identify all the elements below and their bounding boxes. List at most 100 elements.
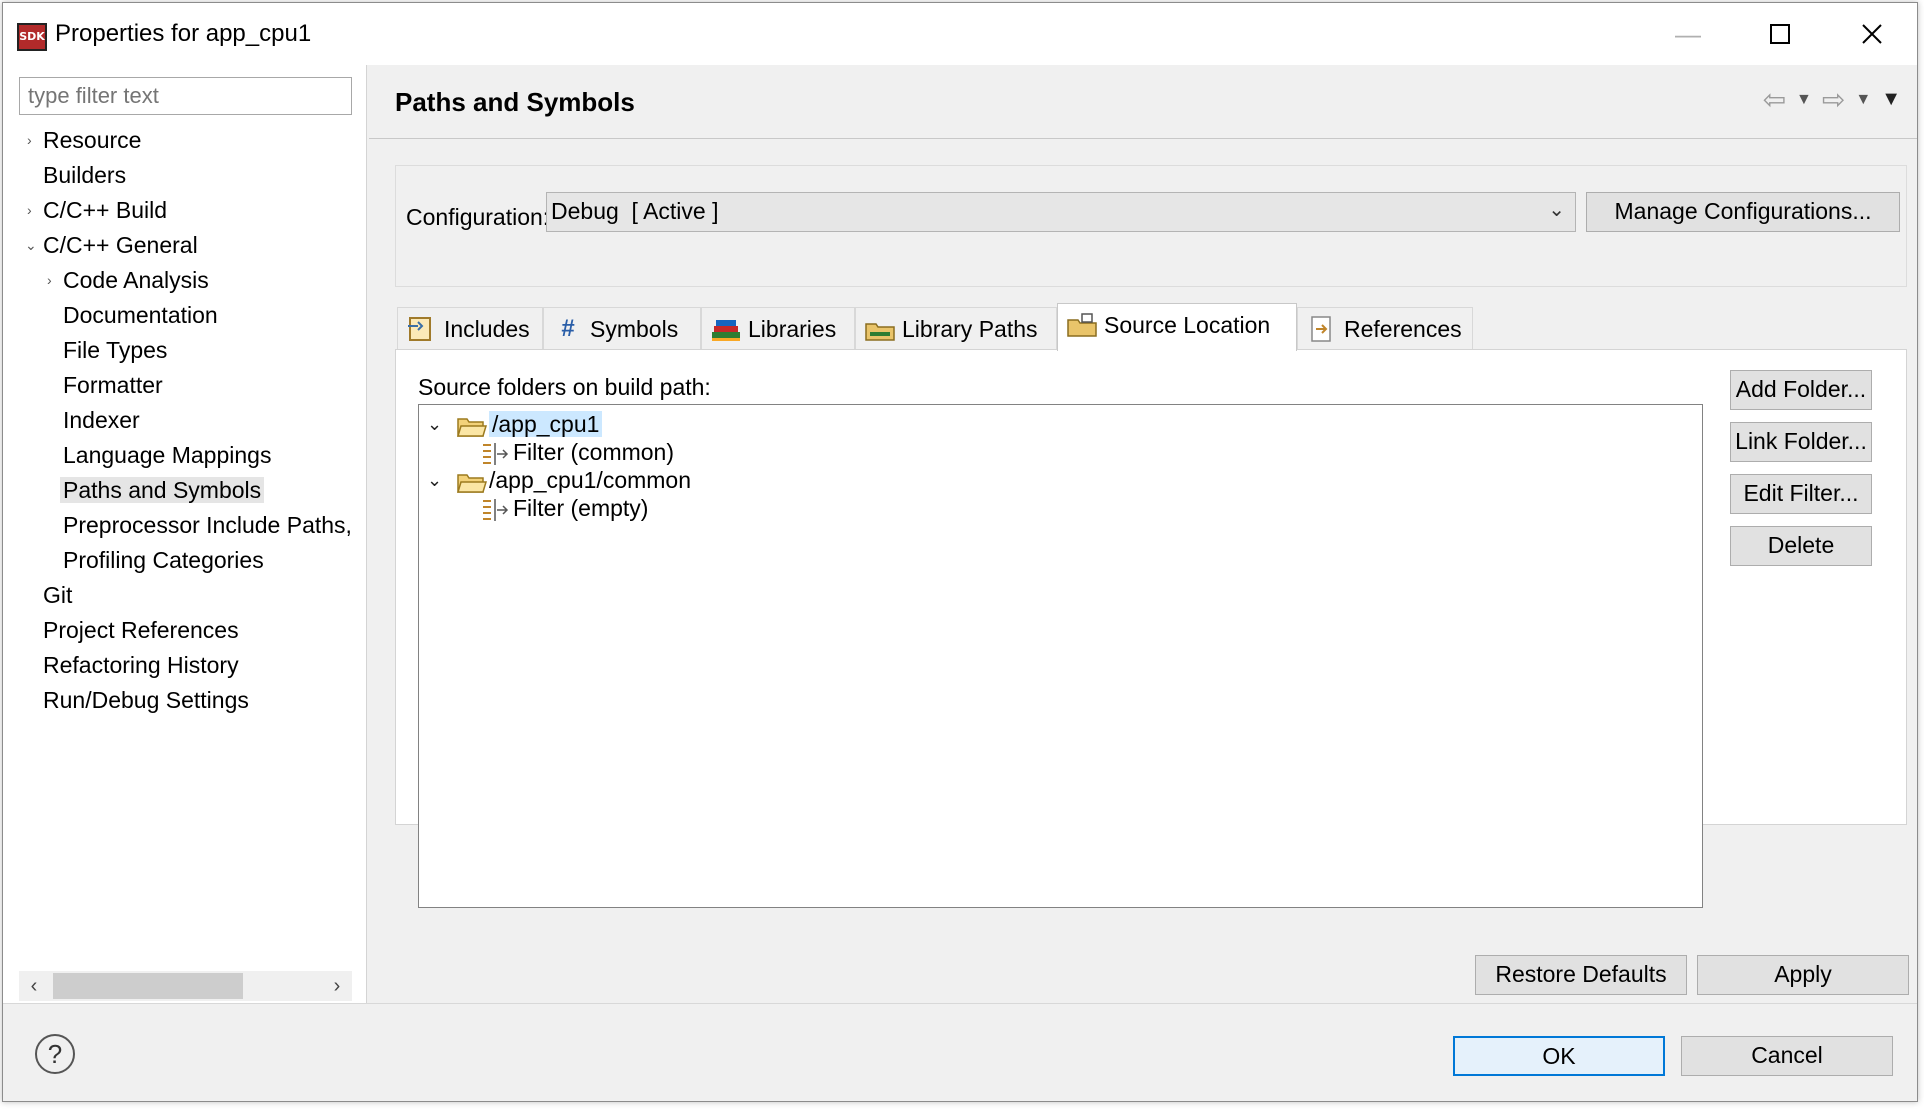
manage-configurations-button[interactable]: Manage Configurations... — [1586, 192, 1900, 232]
window-title: Properties for app_cpu1 — [55, 20, 312, 47]
tree-item-label: Builders — [43, 162, 127, 188]
chevron-right-icon[interactable]: › — [27, 193, 32, 227]
tree-item-label: Documentation — [63, 302, 218, 328]
tree-item-profiling-categories[interactable]: Profiling Categories — [63, 543, 264, 577]
tab-references[interactable]: References — [1297, 307, 1473, 349]
tree-item-indexer[interactable]: Indexer — [63, 403, 140, 437]
tab-libraries[interactable]: Libraries — [701, 307, 855, 349]
configuration-label: Configuration: — [406, 204, 550, 230]
source-location-icon — [1066, 310, 1098, 340]
tree-item-label: Filter (common) — [513, 439, 675, 465]
tree-item-filter-empty[interactable]: Filter (empty) — [481, 491, 648, 525]
source-location-panel: Source folders on build path: ⌄ /app_cpu… — [395, 349, 1907, 908]
hash-icon: # — [561, 314, 575, 342]
chevron-down-icon[interactable]: ⌄ — [427, 407, 442, 441]
dialog-footer: ? OK Cancel — [3, 1003, 1917, 1101]
add-folder-button[interactable]: Add Folder... — [1730, 370, 1872, 410]
tab-label: Library Paths — [902, 316, 1038, 342]
tree-item-label: Preprocessor Include Paths, — [63, 512, 352, 538]
link-folder-button[interactable]: Link Folder... — [1730, 422, 1872, 462]
tree-item-label: Indexer — [63, 407, 140, 433]
tree-item-language-mappings[interactable]: Language Mappings — [63, 438, 271, 472]
property-page: Paths and Symbols ⇦ ▼ ⇨ ▼ ▼ Configuratio… — [369, 65, 1917, 1003]
tree-item-git[interactable]: Git — [43, 578, 72, 612]
scroll-left-icon[interactable]: ‹ — [19, 971, 49, 1001]
delete-button[interactable]: Delete — [1730, 526, 1872, 566]
tree-item-resource[interactable]: › Resource — [27, 123, 141, 157]
library-paths-icon — [864, 314, 896, 344]
page-title: Paths and Symbols — [395, 87, 635, 117]
tab-label: Libraries — [748, 316, 837, 342]
minimize-icon[interactable]: — — [1653, 3, 1723, 65]
tree-item-cpp-general[interactable]: ⌄ C/C++ General — [25, 228, 198, 262]
tab-library-paths[interactable]: Library Paths — [855, 307, 1057, 349]
title-bar: SDK Properties for app_cpu1 — — [3, 3, 1917, 65]
tree-item-label: C/C++ General — [43, 232, 198, 258]
tree-item-file-types[interactable]: File Types — [63, 333, 167, 367]
tab-label: Source Location — [1104, 312, 1271, 338]
tree-item-label: Language Mappings — [63, 442, 272, 468]
tab-source-location[interactable]: Source Location — [1057, 303, 1297, 351]
navigation-panel: › Resource Builders › C/C++ Build ⌄ C/C+… — [3, 65, 367, 1003]
chevron-right-icon[interactable]: › — [27, 123, 32, 157]
tree-item-builders[interactable]: Builders — [43, 158, 126, 192]
filter-icon — [481, 497, 511, 521]
tab-includes[interactable]: Includes — [397, 307, 543, 349]
chevron-right-icon[interactable]: › — [47, 263, 52, 297]
maximize-icon[interactable] — [1745, 3, 1815, 65]
filter-icon — [481, 441, 511, 465]
cancel-button[interactable]: Cancel — [1681, 1036, 1893, 1076]
chevron-down-icon[interactable]: ⌄ — [427, 463, 442, 497]
tree-item-preprocessor-include-paths[interactable]: Preprocessor Include Paths, — [63, 508, 352, 542]
forward-arrow-icon[interactable]: ⇨ — [1822, 83, 1845, 116]
configuration-group: Configuration: Debug [ Active ] ⌄ Manage… — [395, 165, 1907, 287]
filter-input[interactable] — [19, 77, 352, 115]
sdk-app-icon: SDK — [17, 23, 47, 51]
apply-button[interactable]: Apply — [1697, 955, 1909, 995]
tree-item-label: Project References — [43, 617, 239, 643]
tree-item-label: Profiling Categories — [63, 547, 264, 573]
tab-symbols[interactable]: # Symbols — [543, 307, 701, 349]
tree-item-label: Git — [43, 582, 73, 608]
restore-defaults-button[interactable]: Restore Defaults — [1475, 955, 1687, 995]
page-header: Paths and Symbols ⇦ ▼ ⇨ ▼ ▼ — [369, 65, 1917, 139]
includes-icon — [406, 314, 438, 344]
tree-item-label: File Types — [63, 337, 168, 363]
scrollbar-thumb[interactable] — [53, 973, 243, 999]
chevron-down-icon[interactable]: ⌄ — [25, 228, 37, 262]
back-dropdown-icon[interactable]: ▼ — [1796, 91, 1812, 109]
back-arrow-icon[interactable]: ⇦ — [1763, 83, 1786, 116]
tree-item-label: Refactoring History — [43, 652, 239, 678]
tree-item-cpp-build[interactable]: › C/C++ Build — [27, 193, 167, 227]
configuration-value: Debug [ Active ] — [551, 198, 719, 224]
tree-item-label: /app_cpu1/common — [489, 467, 692, 493]
tab-label: Symbols — [590, 316, 679, 342]
tree-item-paths-and-symbols[interactable]: Paths and Symbols — [60, 473, 265, 507]
close-icon[interactable] — [1837, 3, 1907, 65]
horizontal-scrollbar[interactable]: ‹ › — [19, 971, 352, 1001]
tree-item-label: Resource — [43, 127, 142, 153]
tree-item-formatter[interactable]: Formatter — [63, 368, 163, 402]
references-icon — [1306, 314, 1338, 344]
tree-item-refactoring-history[interactable]: Refactoring History — [43, 648, 239, 682]
tab-label: Includes — [444, 316, 530, 342]
folder-open-icon — [456, 413, 488, 437]
scroll-right-icon[interactable]: › — [322, 971, 352, 1001]
tree-item-label: Code Analysis — [63, 267, 209, 293]
page-navigation: ⇦ ▼ ⇨ ▼ ▼ — [1763, 83, 1901, 116]
tree-item-documentation[interactable]: Documentation — [63, 298, 218, 332]
edit-filter-button[interactable]: Edit Filter... — [1730, 474, 1872, 514]
folder-open-icon — [456, 469, 488, 493]
tree-item-project-references[interactable]: Project References — [43, 613, 239, 647]
configuration-select[interactable]: Debug [ Active ] ⌄ — [546, 192, 1576, 232]
view-menu-icon[interactable]: ▼ — [1881, 88, 1901, 111]
tab-label: References — [1344, 316, 1462, 342]
chevron-down-icon[interactable]: ⌄ — [1548, 197, 1565, 222]
help-icon[interactable]: ? — [35, 1034, 75, 1074]
tree-item-run-debug-settings[interactable]: Run/Debug Settings — [43, 683, 249, 717]
ok-button[interactable]: OK — [1453, 1036, 1665, 1076]
source-folder-tree[interactable]: ⌄ /app_cpu1 Filter (common) ⌄ /app_cpu1/… — [418, 404, 1703, 908]
forward-dropdown-icon[interactable]: ▼ — [1855, 91, 1871, 109]
source-folders-label: Source folders on build path: — [418, 374, 711, 400]
tree-item-code-analysis[interactable]: › Code Analysis — [47, 263, 209, 297]
